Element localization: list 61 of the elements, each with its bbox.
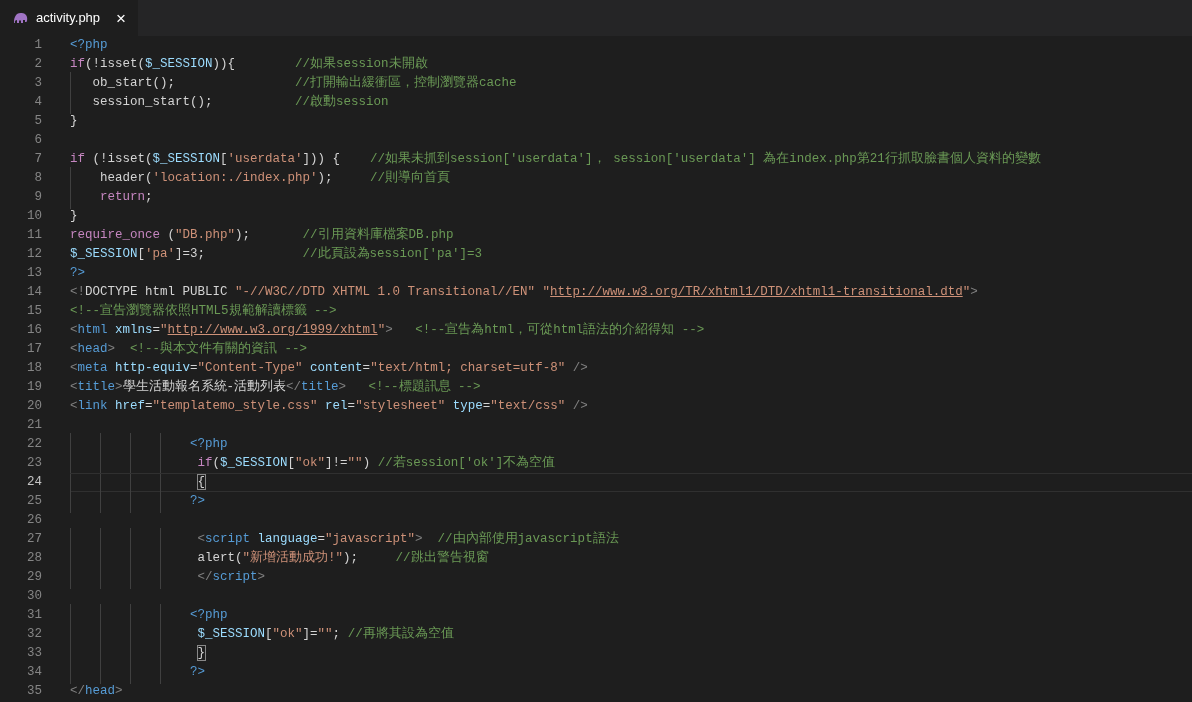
line-number: 32 — [26, 626, 42, 644]
line-number: 16 — [26, 322, 42, 340]
line-number: 7 — [33, 151, 42, 169]
line-number: 11 — [26, 227, 42, 245]
code-line: <?php — [70, 37, 108, 54]
code-line: </head> — [70, 683, 123, 700]
line-number: 9 — [33, 189, 42, 207]
line-number: 29 — [26, 569, 42, 587]
line-number: 30 — [26, 588, 42, 606]
line-number: 2 — [33, 56, 42, 74]
line-number: 13 — [26, 265, 42, 283]
line-number: 24 — [26, 474, 42, 492]
line-number: 12 — [26, 246, 42, 264]
code-line: ?> — [70, 492, 206, 511]
code-line: ?> — [70, 265, 85, 282]
line-number: 33 — [26, 645, 42, 663]
code-line: { — [70, 473, 206, 492]
code-line: <!DOCTYPE html PUBLIC "-//W3C//DTD XHTML 1.0 Transitional//EN" "http://www.w3.org/TR/xhtml1/DTD/xhtml1-transitional.dtd"> — [70, 284, 978, 301]
code-line: <link href="templatemo_style.css" rel="stylesheet" type="text/css" /> — [70, 398, 588, 415]
code-line: <html xmlns="http://www.w3.org/1999/xhtml"> <!--宣告為html，可從html語法的介紹得知 --> — [70, 321, 705, 339]
line-number: 28 — [26, 550, 42, 568]
line-number: 25 — [26, 493, 42, 511]
line-number: 27 — [26, 531, 42, 549]
file-tab[interactable]: activity.php × — [0, 0, 138, 36]
close-icon[interactable]: × — [116, 9, 126, 27]
code-line: <head> <!--與本文件有關的資訊 --> — [70, 340, 308, 358]
line-number: 18 — [26, 360, 42, 378]
line-number: 10 — [26, 208, 42, 226]
line-number: 31 — [26, 607, 42, 625]
line-number: 21 — [26, 417, 42, 435]
code-line: } — [70, 113, 78, 130]
line-number: 22 — [26, 436, 42, 454]
line-number: 1 — [33, 37, 42, 55]
line-number: 4 — [33, 94, 42, 112]
code-line: require_once ("DB.php"); //引用資料庫檔案DB.php — [70, 226, 454, 244]
line-number: 35 — [26, 683, 42, 701]
line-number: 14 — [26, 284, 42, 302]
line-number: 3 — [33, 75, 42, 93]
code-line: ?> — [70, 663, 206, 682]
line-number: 34 — [26, 664, 42, 682]
line-number: 8 — [33, 170, 42, 188]
line-number: 23 — [26, 455, 42, 473]
line-number: 17 — [26, 341, 42, 359]
line-number: 6 — [33, 132, 42, 150]
code-line: } — [70, 644, 206, 663]
code-line: </script> — [70, 568, 266, 587]
code-line: <meta http-equiv="Content-Type" content="text/html; charset=utf-8" /> — [70, 360, 588, 377]
code-line: session_start(); //啟動session — [70, 93, 389, 112]
elephant-icon — [14, 12, 28, 24]
code-line: <!--宣告瀏覽器依照HTML5規範解讀標籤 --> — [70, 302, 337, 320]
line-number: 5 — [33, 113, 42, 131]
code-line: $_SESSION['pa']=3; //此頁設為session['pa']=3 — [70, 245, 483, 263]
code-line: if (!isset($_SESSION['userdata'])) { //如果未抓到session['userdata']， session['userdata'] 為在index.php第21行抓取臉書個人資料的變數 — [70, 150, 1041, 168]
code-line: if(!isset($_SESSION)){ //如果session未開啟 — [70, 55, 428, 73]
line-number: 15 — [26, 303, 42, 321]
line-number: 26 — [26, 512, 42, 530]
code-line: <title>學生活動報名系統-活動列表</title> <!--標題訊息 --> — [70, 378, 481, 396]
line-number: 19 — [26, 379, 42, 397]
line-number: 20 — [26, 398, 42, 416]
code-line: return; — [70, 188, 153, 207]
code-line: } — [70, 208, 78, 225]
